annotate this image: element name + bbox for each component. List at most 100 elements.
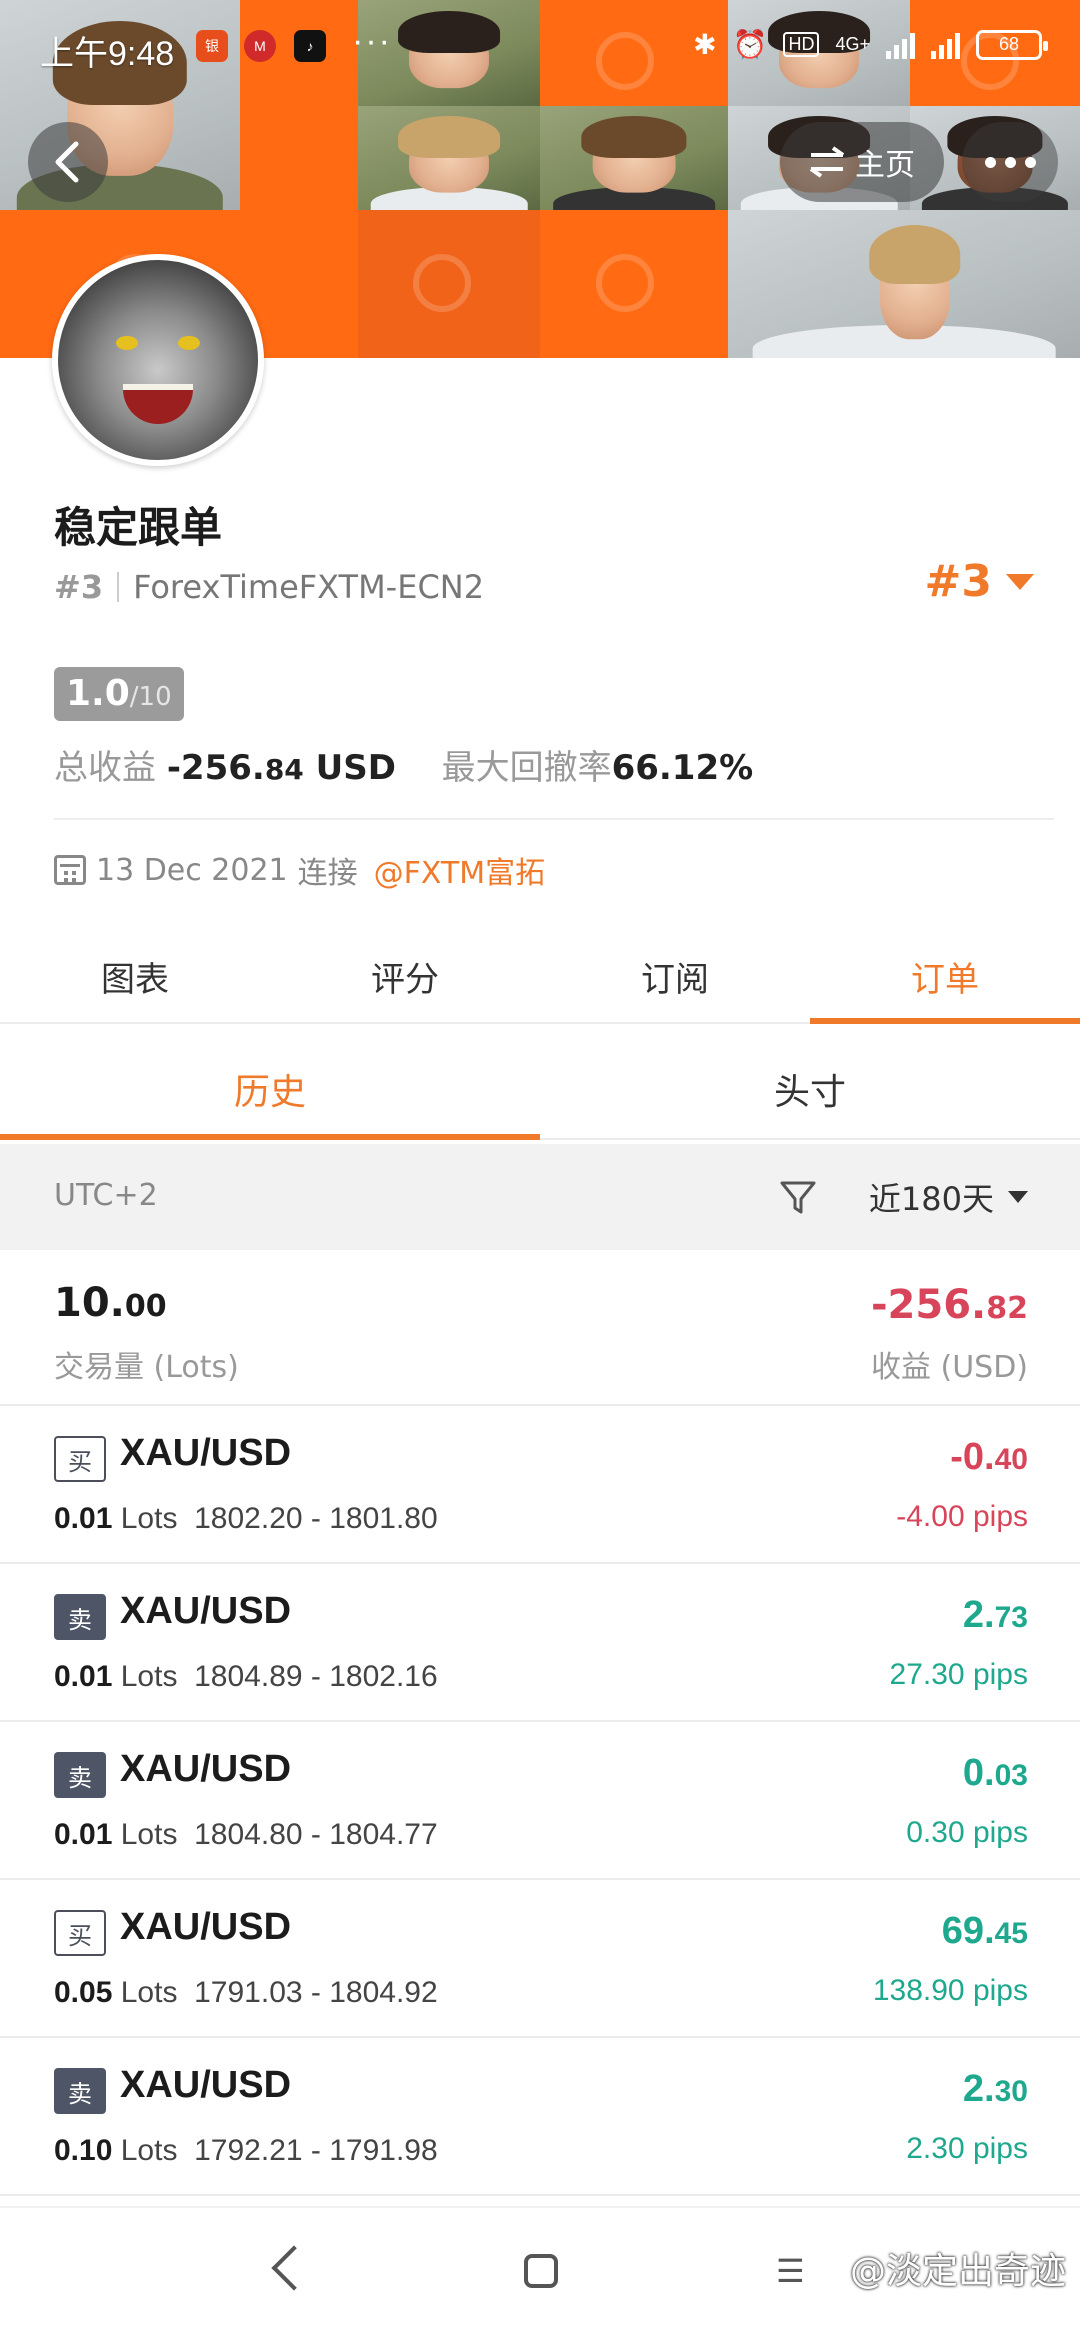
more-notifications-icon: ···	[352, 22, 392, 60]
order-detail: 0.01 Lots 1802.20 - 1801.80	[54, 1502, 438, 1535]
order-detail: 0.05 Lots 1791.03 - 1804.92	[54, 1976, 438, 2009]
order-symbol: XAU/USD	[120, 2064, 292, 2106]
score-max: /10	[129, 682, 172, 712]
performance-stats: 总收益 -256.84 USD 最大回撤率66.12%	[54, 740, 753, 789]
nav-menu-icon[interactable]: ☰	[776, 2252, 805, 2290]
total-lots: 10.00	[54, 1280, 167, 1326]
caret-down-icon	[1006, 573, 1034, 590]
more-dots-icon	[984, 156, 996, 168]
order-pips: 0.30 pips	[906, 1816, 1028, 1849]
battery-icon: 68	[976, 29, 1048, 60]
order-pips: 138.90 pips	[872, 1974, 1028, 2007]
filter-icon[interactable]	[778, 1178, 818, 1218]
more-options-button[interactable]	[962, 122, 1058, 202]
connected-date: 13 Dec 2021	[96, 852, 288, 888]
total-profit: -256.82	[870, 1282, 1028, 1328]
order-symbol: XAU/USD	[120, 1432, 292, 1474]
tab-chart[interactable]: 图表	[0, 930, 270, 1022]
order-profit: 69.45	[941, 1910, 1028, 1952]
home-button-label: 主页	[855, 148, 915, 183]
total-profit-label: 总收益	[54, 748, 156, 788]
alarm-icon: ⏰	[732, 29, 768, 60]
subtab-positions[interactable]: 头寸	[540, 1040, 1080, 1138]
nav-back-icon[interactable]	[271, 2245, 317, 2291]
battery-level: 68	[998, 34, 1020, 54]
total-profit-value: -256.84 USD	[166, 748, 396, 788]
tiktok-icon: ♪	[294, 30, 326, 62]
order-subtabs: 历史 头寸	[0, 1040, 1080, 1140]
network-type: 4G+	[835, 34, 870, 54]
cover-photo-woman-5	[728, 210, 1080, 358]
order-detail: 0.01 Lots 1804.89 - 1802.16	[54, 1660, 438, 1693]
cover-photo-woman	[358, 106, 540, 210]
back-button[interactable]	[28, 122, 108, 202]
calendar-icon	[54, 855, 86, 885]
main-tabs: 图表 评分 订阅 订单	[0, 930, 1080, 1024]
order-symbol: XAU/USD	[120, 1590, 292, 1632]
home-button[interactable]: 主页	[780, 122, 944, 202]
bluetooth-icon: ✱	[693, 29, 717, 60]
order-profit: 2.73	[962, 1594, 1028, 1636]
score-value: 1.0	[66, 673, 130, 714]
score-badge: 1.0 /10	[54, 667, 184, 721]
side-badge: 卖	[54, 1752, 106, 1798]
side-badge: 卖	[54, 1594, 106, 1640]
timezone-label: UTC+2	[54, 1178, 158, 1213]
divider	[54, 818, 1054, 820]
order-row[interactable]: 卖 XAU/USD 0.10 Lots 1792.21 - 1791.98 2.…	[0, 2038, 1080, 2196]
switch-icon	[809, 146, 845, 178]
rank-number: #3	[54, 568, 104, 606]
period-dropdown[interactable]: 近180天	[869, 1174, 1028, 1220]
side-badge: 卖	[54, 2068, 106, 2114]
order-pips: -4.00 pips	[896, 1500, 1028, 1533]
connected-label: 连接	[297, 856, 358, 891]
chevron-left-icon	[55, 141, 79, 183]
tab-subscribe[interactable]: 订阅	[540, 930, 810, 1022]
divider	[117, 572, 120, 602]
tab-orders[interactable]: 订单	[810, 930, 1080, 1024]
order-row[interactable]: 买 XAU/USD 0.05 Lots 1791.03 - 1804.92 69…	[0, 1880, 1080, 2038]
max-drawdown-value: 66.12%	[611, 748, 754, 788]
rank-dropdown-value: #3	[924, 556, 992, 607]
order-row[interactable]: 卖 XAU/USD 0.01 Lots 1804.80 - 1804.77 0.…	[0, 1722, 1080, 1880]
order-pips: 27.30 pips	[889, 1658, 1028, 1691]
subtab-history[interactable]: 历史	[0, 1040, 540, 1140]
orders-summary: 10.00 交易量 (Lots) -256.82 收益 (USD)	[0, 1250, 1080, 1406]
rank-dropdown[interactable]: #3	[925, 556, 1034, 607]
order-detail: 0.10 Lots 1792.21 - 1791.98	[54, 2134, 438, 2167]
total-lots-label: 交易量 (Lots)	[54, 1350, 239, 1385]
bank-app-icon: 银	[196, 30, 228, 62]
order-profit: -0.40	[950, 1436, 1028, 1478]
connection-info: 13 Dec 2021 连接 @FXTM富拓	[54, 848, 545, 892]
total-profit-label: 收益 (USD)	[870, 1350, 1028, 1385]
caret-down-icon	[1008, 1191, 1028, 1203]
strategy-name: 稳定跟单	[54, 503, 223, 552]
order-symbol: XAU/USD	[120, 1906, 292, 1948]
max-drawdown-label: 最大回撤率	[441, 748, 612, 788]
tab-rating[interactable]: 评分	[270, 930, 540, 1022]
signal-icon	[886, 31, 915, 59]
order-row[interactable]: 卖 XAU/USD 0.01 Lots 1804.89 - 1802.16 2.…	[0, 1564, 1080, 1722]
nav-home-icon[interactable]	[524, 2254, 558, 2288]
status-bar: 上午9:48 银 M ♪ ··· ✱ ⏰ HD 4G+ 68	[0, 0, 1080, 96]
signal-icon-2	[931, 31, 960, 59]
watermark: @淡定出奇迹	[849, 2251, 1066, 2292]
status-time: 上午9:48	[40, 35, 175, 73]
order-pips: 2.30 pips	[906, 2132, 1028, 2165]
cmb-app-icon: M	[244, 30, 276, 62]
order-symbol: XAU/USD	[120, 1748, 292, 1790]
filter-bar: UTC+2 近180天	[0, 1144, 1080, 1250]
side-badge: 买	[54, 1910, 106, 1956]
rank-line: #3 ForexTimeFXTM-ECN2	[54, 568, 484, 606]
order-profit: 0.03	[962, 1752, 1028, 1794]
server-name: ForexTimeFXTM-ECN2	[133, 568, 485, 606]
broker-link[interactable]: @FXTM富拓	[374, 848, 546, 892]
hd-icon: HD	[783, 32, 820, 57]
period-value: 近180天	[868, 1180, 994, 1218]
orders-list: 买 XAU/USD 0.01 Lots 1802.20 - 1801.80 -0…	[0, 1406, 1080, 2196]
system-nav-bar: ☰ @淡定出奇迹	[0, 2206, 1080, 2340]
avatar[interactable]	[52, 254, 264, 466]
side-badge: 买	[54, 1436, 106, 1482]
order-row[interactable]: 买 XAU/USD 0.01 Lots 1802.20 - 1801.80 -0…	[0, 1406, 1080, 1564]
cover-photo-woman-2	[540, 106, 728, 210]
